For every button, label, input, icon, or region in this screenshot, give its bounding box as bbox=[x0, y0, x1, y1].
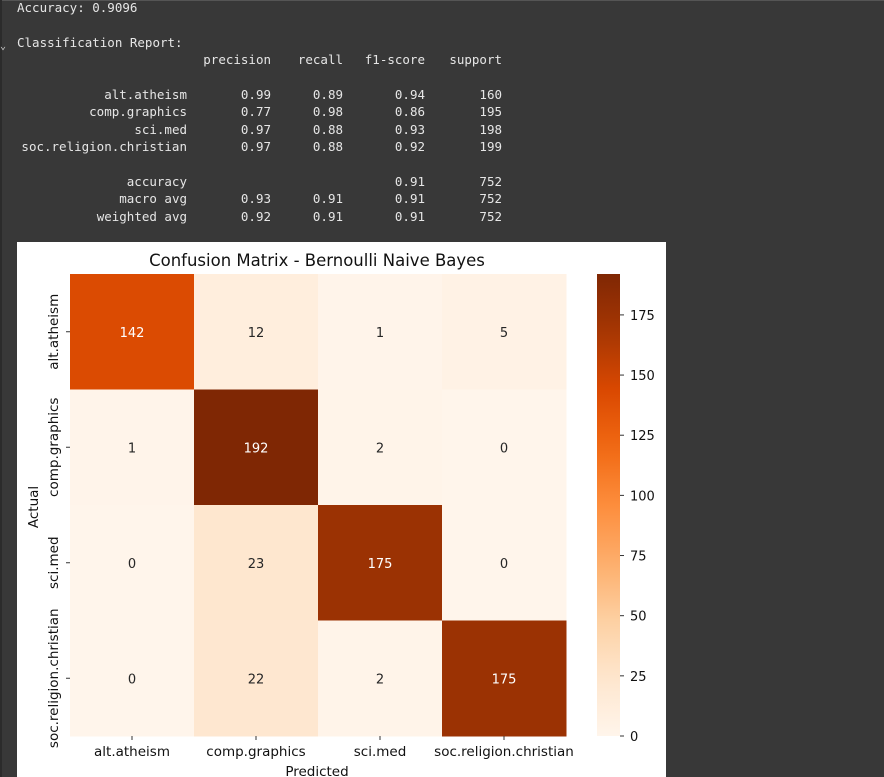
colorbar-tick-label: 25 bbox=[630, 670, 647, 685]
heatmap-cell-value: 12 bbox=[248, 326, 265, 341]
heatmap-cell-value: 1 bbox=[376, 326, 384, 341]
colorbar-tick-label: 0 bbox=[630, 730, 638, 745]
heatmap-cell-value: 0 bbox=[500, 441, 508, 456]
report-summary-support: 752 bbox=[479, 174, 502, 189]
heatmap-cell-value: 0 bbox=[500, 557, 508, 572]
report-cell-support: 195 bbox=[479, 104, 502, 120]
y-tick-label: soc.religion.christian bbox=[46, 608, 62, 748]
y-axis-label: Actual bbox=[26, 486, 42, 528]
heatmap-cell-value: 142 bbox=[120, 326, 145, 341]
x-tick-label: comp.graphics bbox=[206, 744, 305, 760]
heatmap-cell-value: 22 bbox=[248, 672, 265, 687]
heatmap-cell-value: 0 bbox=[128, 672, 136, 687]
report-header-support: support bbox=[449, 52, 502, 67]
colorbar bbox=[597, 274, 620, 736]
confusion-matrix-figure: Confusion Matrix - Bernoulli Naive Bayes… bbox=[17, 242, 666, 777]
heatmap-cell-value: 175 bbox=[368, 557, 393, 572]
classification-report: precision recall f1-score support alt.atheis… bbox=[17, 51, 517, 226]
colorbar-tick-label: 50 bbox=[630, 610, 647, 625]
report-cell-support: 160 bbox=[479, 87, 502, 102]
colorbar-tick-label: 100 bbox=[630, 489, 655, 504]
heatmap-cell-value: 175 bbox=[492, 672, 517, 687]
x-tick-label: sci.med bbox=[354, 744, 407, 760]
heatmap-cell-value: 5 bbox=[500, 326, 508, 341]
y-tick-label: comp.graphics bbox=[46, 398, 62, 497]
x-axis-label: Predicted bbox=[285, 764, 348, 777]
chart-title: Confusion Matrix - Bernoulli Naive Bayes bbox=[149, 251, 485, 270]
report-cell-support: 198 bbox=[479, 121, 502, 137]
colorbar-tick-label: 75 bbox=[630, 550, 647, 565]
report-summary-support: 752 bbox=[479, 191, 502, 207]
colorbar-tick-label: 150 bbox=[630, 369, 655, 384]
y-tick-label: alt.atheism bbox=[46, 294, 62, 370]
accuracy-line: Accuracy: 0.9096 bbox=[17, 0, 138, 15]
heatmap-cell-value: 23 bbox=[248, 557, 265, 572]
colorbar-tick-label: 125 bbox=[630, 429, 655, 444]
heatmap-cell-value: 192 bbox=[244, 441, 269, 456]
heatmap-cell-value: 0 bbox=[128, 557, 136, 572]
colorbar-tick-label: 175 bbox=[630, 309, 655, 324]
x-tick-label: alt.atheism bbox=[94, 744, 170, 760]
report-title: Classification Report: bbox=[17, 35, 183, 50]
x-tick-label: soc.religion.christian bbox=[434, 744, 574, 760]
y-tick-label: sci.med bbox=[46, 536, 62, 589]
report-summary-support: 752 bbox=[479, 208, 502, 224]
heatmap-cell-value: 2 bbox=[376, 672, 384, 687]
confusion-matrix-heatmap: Confusion Matrix - Bernoulli Naive Bayes… bbox=[26, 251, 655, 777]
report-cell-support: 199 bbox=[479, 138, 502, 154]
heatmap-cell-value: 1 bbox=[128, 441, 136, 456]
heatmap-cell-value: 2 bbox=[376, 441, 384, 456]
